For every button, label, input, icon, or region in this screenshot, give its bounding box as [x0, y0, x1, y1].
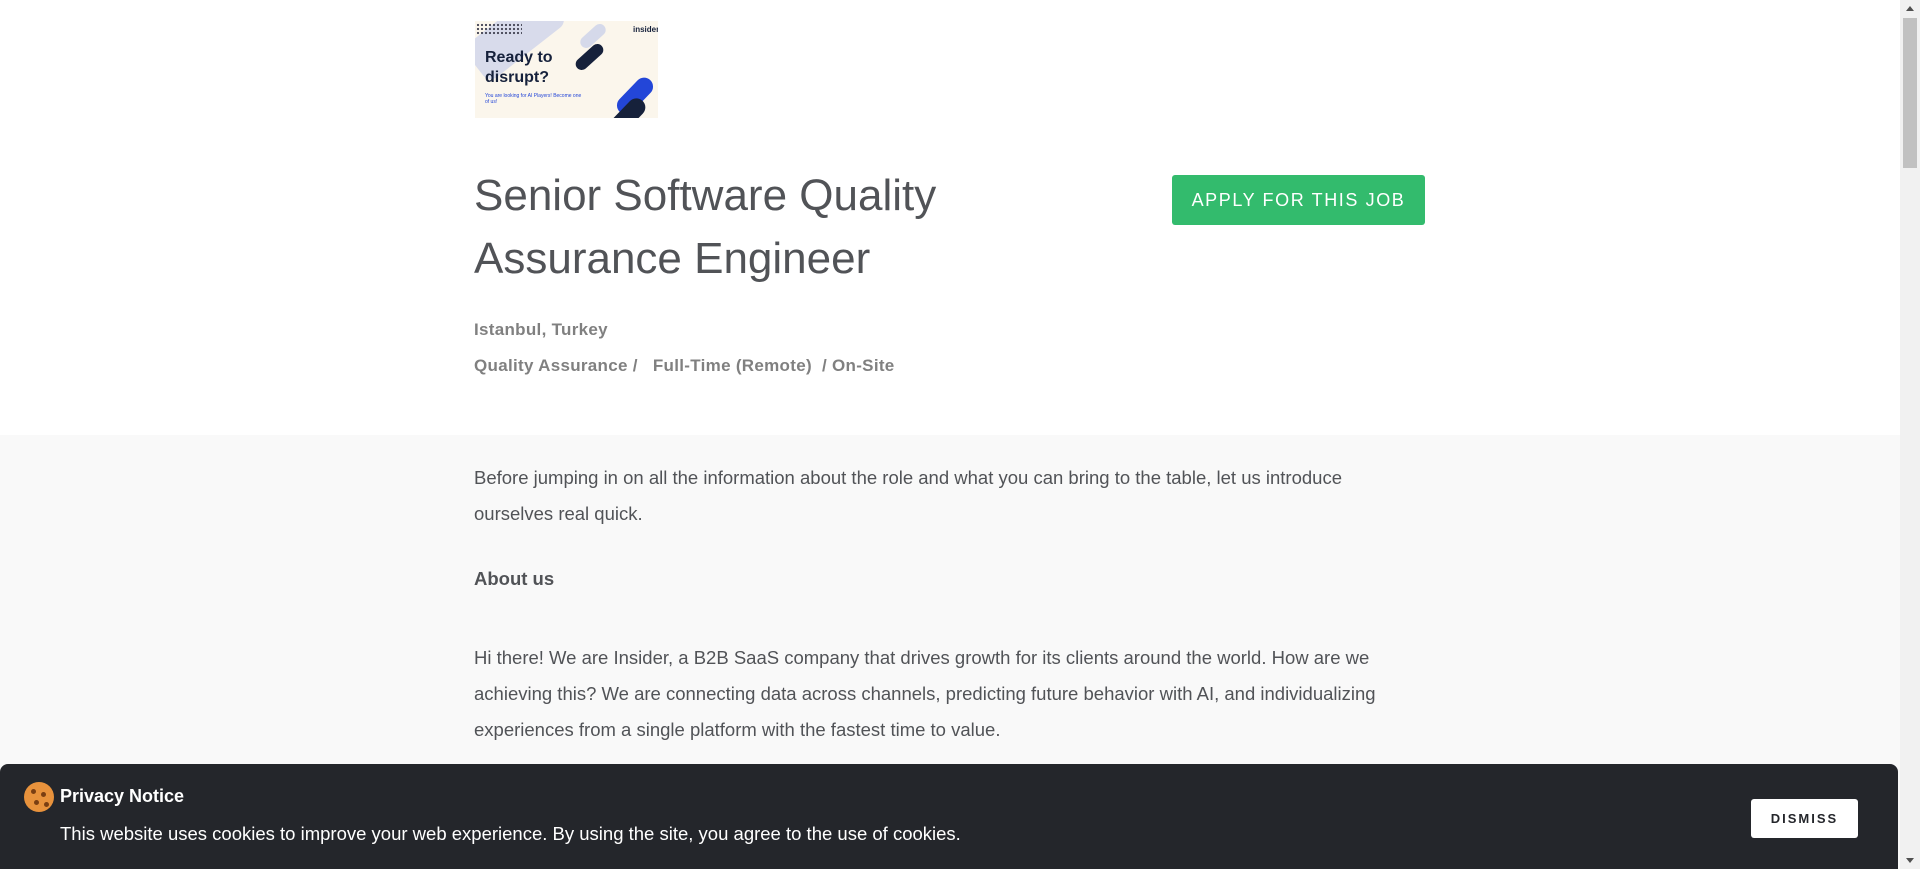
- vertical-scrollbar[interactable]: [1900, 0, 1920, 869]
- privacy-notice-text: This website uses cookies to improve you…: [60, 823, 961, 844]
- logo-brand-text: insider: [633, 25, 658, 34]
- cookie-icon: [24, 782, 54, 812]
- about-us-paragraph: Hi there! We are Insider, a B2B SaaS com…: [474, 647, 1376, 740]
- job-title: Senior Software Quality Assurance Engine…: [474, 171, 937, 283]
- job-commitment: Full-Time (Remote): [652, 356, 812, 375]
- job-location: Istanbul, Turkey: [474, 320, 608, 339]
- privacy-notice-title: Privacy Notice: [60, 786, 185, 806]
- dismiss-button[interactable]: DISMISS: [1751, 799, 1858, 838]
- about-us-heading: About us: [474, 568, 555, 589]
- scroll-down-arrow-icon[interactable]: [1900, 852, 1920, 869]
- job-categories: Quality Assurance / Full-Time (Remote) /…: [474, 356, 895, 376]
- cookie-banner: Privacy Notice This website uses cookies…: [0, 764, 1898, 869]
- intro-paragraph: Before jumping in on all the information…: [474, 467, 1342, 524]
- job-workplace-type: / On-Site: [821, 356, 895, 375]
- job-team: Quality Assurance /: [474, 356, 638, 375]
- logo-headline: Ready to disrupt?: [485, 49, 553, 86]
- scroll-up-arrow-icon[interactable]: [1900, 0, 1920, 17]
- apply-for-job-button[interactable]: APPLY FOR THIS JOB: [1172, 175, 1425, 225]
- company-logo-banner[interactable]: insider Ready to disrupt? You are lookin…: [475, 21, 658, 118]
- logo-subline: You are looking for AI Players! Become o…: [485, 93, 582, 105]
- logo-dot-pattern: [476, 23, 522, 35]
- job-posting-page: insider Ready to disrupt? You are lookin…: [0, 0, 1900, 869]
- scrollbar-thumb[interactable]: [1903, 18, 1917, 168]
- posting-header: insider Ready to disrupt? You are lookin…: [0, 0, 1900, 435]
